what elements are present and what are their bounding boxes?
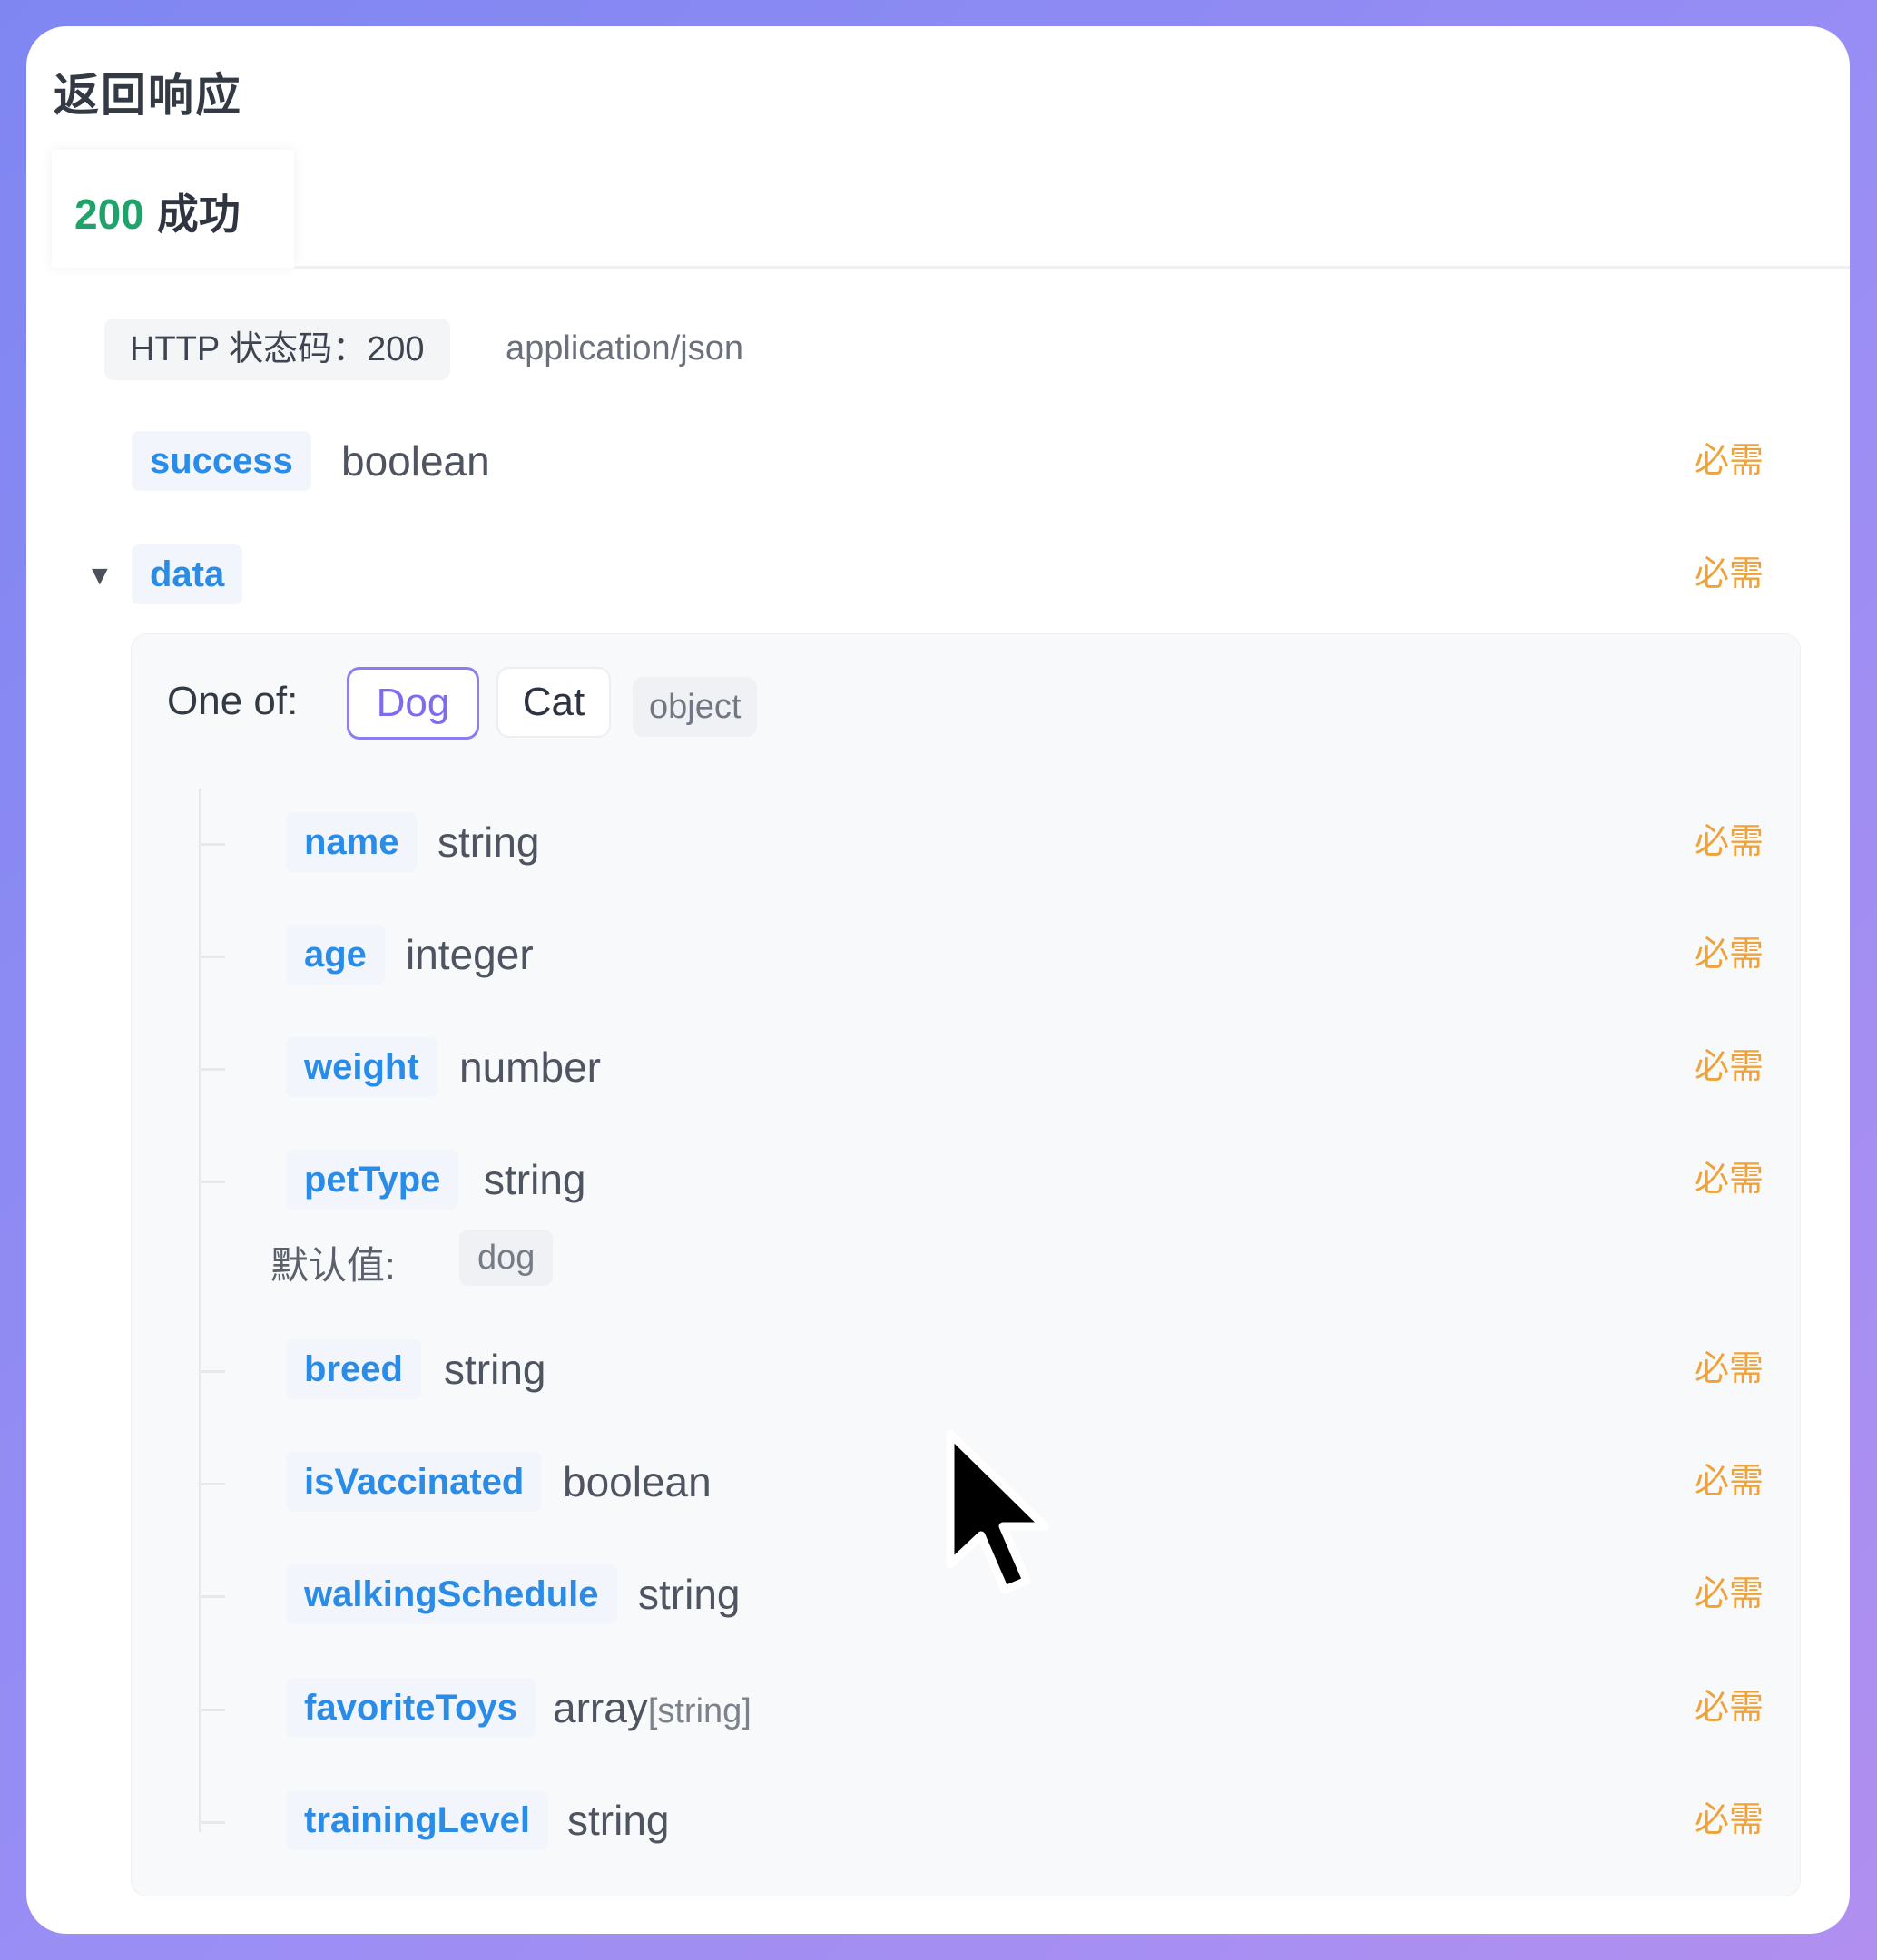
field-name-data[interactable]: data (132, 544, 243, 604)
default-label: 默认值: (270, 1244, 396, 1287)
mouse-cursor-icon (946, 1429, 1049, 1594)
required-badge: 必需 (1695, 1575, 1764, 1613)
field-name: petType (286, 1150, 459, 1210)
tree-tick (201, 1821, 225, 1824)
field-name: breed (286, 1339, 421, 1399)
field-name: weight (286, 1037, 437, 1097)
http-status-pill: HTTP 状态码：200 (104, 318, 450, 380)
section-title: 返回响应 (54, 70, 242, 121)
field-type: string (567, 1797, 670, 1844)
tree-tick (201, 1483, 225, 1485)
required-badge: 必需 (1695, 1161, 1764, 1199)
required-badge: 必需 (1695, 555, 1764, 593)
field-name: walkingSchedule (286, 1564, 617, 1624)
field-type: string (437, 818, 540, 866)
tab-divider (294, 266, 1850, 269)
status-code: 200 (74, 191, 144, 238)
default-value: dog (459, 1230, 554, 1286)
field-type: array[string] (553, 1678, 752, 1741)
content-type: application/json (506, 329, 743, 368)
field-name: trainingLevel (286, 1790, 548, 1850)
field-type: string (638, 1571, 741, 1618)
required-badge: 必需 (1695, 1689, 1764, 1727)
tree-tick (201, 1709, 225, 1711)
required-badge: 必需 (1695, 1350, 1764, 1388)
field-name: age (286, 925, 385, 985)
required-badge: 必需 (1695, 936, 1764, 974)
schema-type-badge: object (633, 677, 758, 737)
field-type-base: array (553, 1684, 648, 1731)
one-of-label: One of: (167, 679, 299, 723)
required-badge: 必需 (1695, 823, 1764, 861)
required-badge: 必需 (1695, 442, 1764, 480)
tree-tick (201, 1181, 225, 1183)
response-card: 返回响应 200 成功 HTTP 状态码：200 application/json… (26, 26, 1850, 1934)
status-text: 成功 (156, 191, 241, 238)
caret-down-icon[interactable]: ▼ (86, 561, 113, 592)
tree-tick (201, 843, 225, 846)
field-type-success: boolean (341, 437, 490, 485)
required-badge: 必需 (1695, 1801, 1764, 1839)
tree-tick (201, 1068, 225, 1071)
field-name: favoriteToys (286, 1678, 536, 1738)
required-badge: 必需 (1695, 1048, 1764, 1086)
tree-tick (201, 1595, 225, 1598)
option-cat-button[interactable]: Cat (496, 667, 611, 738)
field-name: isVaccinated (286, 1452, 543, 1512)
tree-tick (201, 1370, 225, 1373)
field-type: number (459, 1044, 601, 1091)
tree-line (199, 789, 201, 1832)
field-type-subtype: [string] (647, 1692, 752, 1730)
option-dog-button[interactable]: Dog (347, 667, 479, 740)
field-type: string (484, 1156, 586, 1203)
field-type: integer (406, 931, 534, 978)
field-type: boolean (563, 1458, 712, 1505)
required-badge: 必需 (1695, 1463, 1764, 1501)
response-tab-label[interactable]: 200 成功 (74, 181, 241, 241)
tree-tick (201, 956, 225, 958)
field-name-success: success (132, 431, 311, 491)
field-name: name (286, 812, 418, 872)
field-type: string (444, 1346, 546, 1393)
